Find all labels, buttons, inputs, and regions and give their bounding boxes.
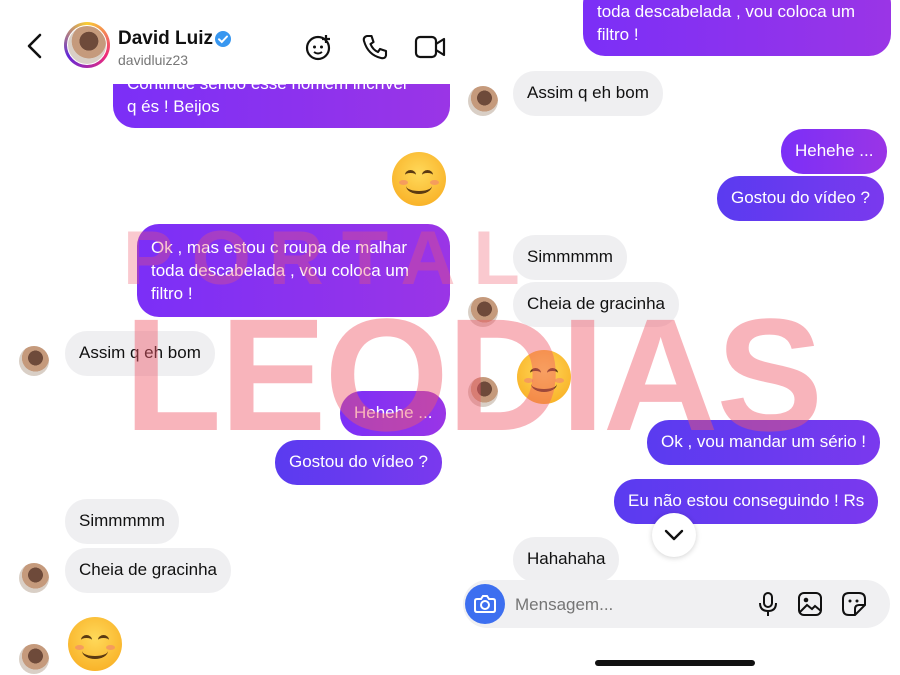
phone-icon[interactable] xyxy=(361,33,389,61)
message-incoming[interactable]: Assim q eh bom xyxy=(513,71,663,116)
message-outgoing[interactable]: Hehehe ... xyxy=(781,129,888,174)
message-outgoing[interactable]: toda descabelada , vou coloca um filtro … xyxy=(583,0,891,56)
chevron-down-icon xyxy=(664,529,684,541)
message-incoming[interactable]: Cheia de gracinha xyxy=(65,548,231,593)
avatar[interactable] xyxy=(64,22,110,68)
message-composer xyxy=(463,580,890,628)
sticker-icon[interactable] xyxy=(841,591,867,617)
sender-avatar xyxy=(19,563,49,593)
message-incoming[interactable]: Simmmmm xyxy=(65,499,179,544)
video-camera-icon[interactable] xyxy=(414,34,446,60)
contact-username: davidluiz23 xyxy=(118,52,189,68)
camera-button[interactable] xyxy=(465,584,505,624)
message-outgoing[interactable]: Ok , mas estou c roupa de malhar toda de… xyxy=(137,224,450,317)
smiley-emoji-icon xyxy=(517,350,571,404)
chevron-left-icon[interactable] xyxy=(24,32,46,60)
sender-avatar xyxy=(19,346,49,376)
message-outgoing[interactable]: Hehehe ... xyxy=(340,391,447,436)
chat-header: David Luiz davidluiz23 xyxy=(0,0,450,84)
message-incoming[interactable]: Hahahaha xyxy=(513,537,620,582)
sender-avatar xyxy=(468,297,498,327)
message-outgoing[interactable]: Eu não estou conseguindo ! Rs xyxy=(614,479,879,524)
scroll-down-button[interactable] xyxy=(652,513,696,557)
verified-badge-icon xyxy=(215,31,231,47)
message-outgoing[interactable]: Gostou do vídeo ? xyxy=(717,176,884,221)
home-indicator xyxy=(595,660,755,666)
image-icon[interactable] xyxy=(797,591,823,617)
smiley-emoji-icon xyxy=(392,152,446,206)
camera-icon xyxy=(474,595,496,613)
message-input[interactable] xyxy=(513,590,737,620)
sender-avatar xyxy=(468,86,498,116)
message-outgoing[interactable]: Ok , vou mandar um sério ! xyxy=(647,420,881,465)
sender-avatar xyxy=(468,377,498,407)
microphone-icon[interactable] xyxy=(757,591,779,617)
message-incoming[interactable]: Assim q eh bom xyxy=(65,331,215,376)
sender-avatar xyxy=(19,644,49,674)
contact-name[interactable]: David Luiz xyxy=(118,28,213,50)
smiley-emoji-icon xyxy=(68,617,122,671)
message-incoming[interactable]: Simmmmm xyxy=(513,235,627,280)
video-effects-icon[interactable] xyxy=(304,32,334,62)
message-outgoing[interactable]: Gostou do vídeo ? xyxy=(275,440,442,485)
message-incoming[interactable]: Cheia de gracinha xyxy=(513,282,679,327)
